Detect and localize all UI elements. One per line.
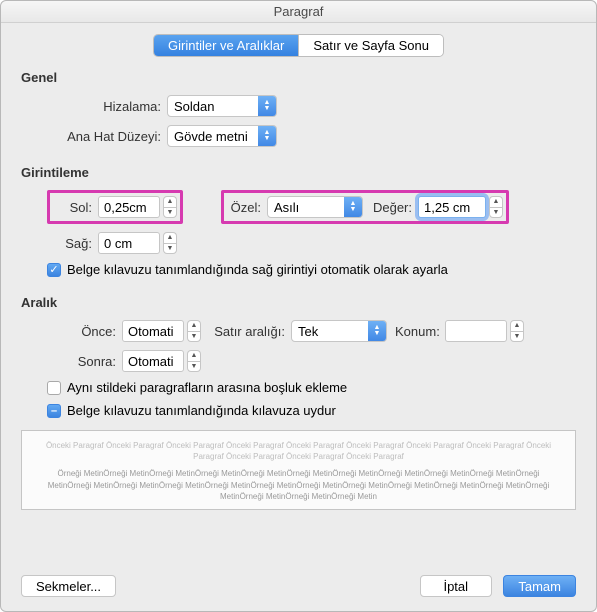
section-spacing: Aralık	[21, 295, 576, 310]
before-label: Önce:	[47, 324, 122, 339]
chevron-updown-icon: ▲▼	[258, 96, 276, 116]
by-input[interactable]: 1,25 cm	[418, 196, 486, 218]
at-stepper[interactable]: ▲▼	[510, 320, 524, 342]
special-label: Özel:	[227, 200, 267, 215]
ok-button[interactable]: Tamam	[503, 575, 576, 597]
at-label: Konum:	[387, 324, 445, 339]
chevron-updown-icon: ▲▼	[368, 321, 386, 341]
auto-indent-checkbox[interactable]: ✓	[47, 263, 61, 277]
before-stepper[interactable]: ▲▼	[187, 320, 201, 342]
after-label: Sonra:	[47, 354, 122, 369]
right-indent-stepper[interactable]: ▲▼	[163, 232, 177, 254]
tabs-button[interactable]: Sekmeler...	[21, 575, 116, 597]
at-input[interactable]	[445, 320, 507, 342]
highlight-special-indent: Özel: Asılı ▲▼ Değer: 1,25 cm ▲▼	[221, 190, 509, 224]
window-title: Paragraf	[1, 1, 596, 23]
right-indent-input[interactable]: 0 cm	[98, 232, 160, 254]
alignment-select[interactable]: Soldan ▲▼	[167, 95, 277, 117]
outline-label: Ana Hat Düzeyi:	[47, 129, 167, 144]
preview-sample: Örneği MetinÖrneği MetinÖrneği MetinÖrne…	[36, 468, 561, 502]
tab-line-page-breaks[interactable]: Satır ve Sayfa Sonu	[298, 35, 443, 56]
snap-grid-label: Belge kılavuzu tanımlandığında kılavuza …	[67, 403, 336, 418]
left-indent-stepper[interactable]: ▲▼	[163, 196, 177, 218]
outline-select[interactable]: Gövde metni ▲▼	[167, 125, 277, 147]
by-label: Değer:	[363, 200, 418, 215]
highlight-left-indent: Sol: 0,25cm ▲▼	[47, 190, 183, 224]
preview-box: Önceki Paragraf Önceki Paragraf Önceki P…	[21, 430, 576, 510]
left-indent-input[interactable]: 0,25cm	[98, 196, 160, 218]
left-indent-label: Sol:	[53, 200, 98, 215]
preview-previous: Önceki Paragraf Önceki Paragraf Önceki P…	[36, 440, 561, 462]
outline-value: Gövde metni	[168, 129, 258, 144]
alignment-label: Hizalama:	[47, 99, 167, 114]
tab-bar: Girintiler ve Aralıklar Satır ve Sayfa S…	[21, 35, 576, 56]
chevron-updown-icon: ▲▼	[258, 126, 276, 146]
alignment-value: Soldan	[168, 99, 258, 114]
line-spacing-select[interactable]: Tek ▲▼	[291, 320, 387, 342]
cancel-button[interactable]: İptal	[420, 575, 492, 597]
after-input[interactable]: Otomati	[122, 350, 184, 372]
tab-indents-spacing[interactable]: Girintiler ve Aralıklar	[154, 35, 298, 56]
before-input[interactable]: Otomati	[122, 320, 184, 342]
no-space-checkbox[interactable]	[47, 381, 61, 395]
by-stepper[interactable]: ▲▼	[489, 196, 503, 218]
section-indent: Girintileme	[21, 165, 576, 180]
after-stepper[interactable]: ▲▼	[187, 350, 201, 372]
right-indent-label: Sağ:	[50, 236, 98, 251]
special-select[interactable]: Asılı ▲▼	[267, 196, 363, 218]
snap-grid-checkbox[interactable]: –	[47, 404, 61, 418]
section-general: Genel	[21, 70, 576, 85]
chevron-updown-icon: ▲▼	[344, 197, 362, 217]
auto-indent-label: Belge kılavuzu tanımlandığında sağ girin…	[67, 262, 448, 277]
no-space-label: Aynı stildeki paragrafların arasına boşl…	[67, 380, 347, 395]
line-spacing-label: Satır aralığı:	[201, 324, 291, 339]
paragraph-dialog: Paragraf Girintiler ve Aralıklar Satır v…	[0, 0, 597, 612]
